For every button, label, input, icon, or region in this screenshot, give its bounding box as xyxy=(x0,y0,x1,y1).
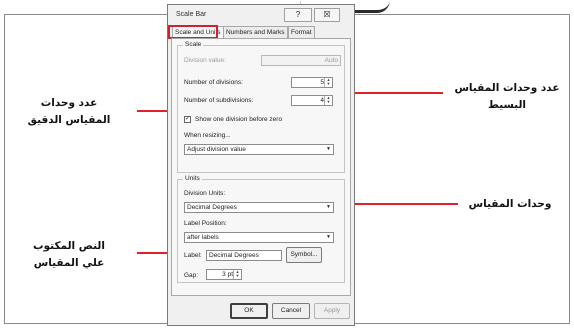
gap-label: Gap: xyxy=(184,272,199,279)
help-button[interactable]: ? xyxy=(284,8,312,22)
close-button[interactable]: ☒ xyxy=(314,8,340,22)
annotation-line: البسيط xyxy=(487,99,527,111)
tab-panel: Scale Division value: Auto Number of div… xyxy=(171,38,351,296)
num-divisions-label: Number of divisions: xyxy=(184,79,243,86)
when-resizing-value: Adjust division value xyxy=(187,146,246,153)
num-subdivisions-label: Number of subdivisions: xyxy=(184,97,254,104)
when-resizing-dropdown[interactable]: Adjust division value ▼ xyxy=(184,144,334,155)
annotation-num-divisions: عدد وحدات المقياس البسيط xyxy=(443,80,571,114)
units-group-label: Units xyxy=(183,175,202,182)
num-divisions-stepper[interactable]: 5 ▲ ▼ xyxy=(291,77,333,88)
apply-button[interactable]: Apply xyxy=(314,303,350,319)
annotation-num-subdivisions: عدد وحدات المقياس الدقيق xyxy=(14,95,124,129)
num-subdivisions-stepper[interactable]: 4 ▲ ▼ xyxy=(291,95,333,106)
dialog-title: Scale Bar xyxy=(176,11,207,18)
annotation-line: المقياس الدقيق xyxy=(27,114,111,126)
scale-group: Scale Division value: Auto Number of div… xyxy=(177,41,345,173)
division-units-value: Decimal Degrees xyxy=(187,204,237,211)
title-bar: Scale Bar ? ☒ xyxy=(168,5,354,24)
cancel-button[interactable]: Cancel xyxy=(272,303,310,319)
units-group: Units Division Units: Decimal Degrees ▼ … xyxy=(177,175,345,283)
when-resizing-label: When resizing... xyxy=(184,132,231,139)
annotation-label-text: النص المكتوب علي المقياس xyxy=(14,238,124,272)
annotation-line: النص المكتوب xyxy=(33,240,105,252)
annotation-units: وحدات المقياس xyxy=(460,196,560,213)
show-one-division-checkbox[interactable]: ✓ xyxy=(184,116,191,123)
chevron-down-icon[interactable]: ▼ xyxy=(325,204,332,211)
annotation-line: عدد وحدات xyxy=(40,97,98,109)
spin-arrows-icon[interactable]: ▲ ▼ xyxy=(233,270,241,279)
gap-stepper[interactable]: 3 pt ▲ ▼ xyxy=(206,269,242,280)
label-text-field[interactable]: Decimal Degrees xyxy=(206,250,282,261)
scale-bar-dialog: Scale Bar ? ☒ Scale and Units Numbers an… xyxy=(167,4,355,326)
annotation-line: عدد وحدات المقياس xyxy=(454,82,560,94)
chevron-down-icon[interactable]: ▼ xyxy=(325,146,332,153)
spin-arrows-icon[interactable]: ▲ ▼ xyxy=(324,78,332,87)
chevron-down-icon[interactable]: ▼ xyxy=(325,234,332,241)
spin-arrows-icon[interactable]: ▲ ▼ xyxy=(324,96,332,105)
label-position-value: after labels xyxy=(187,234,219,241)
division-units-label: Division Units: xyxy=(184,190,226,197)
division-value-label: Division value: xyxy=(184,57,226,64)
label-position-dropdown[interactable]: after labels ▼ xyxy=(184,232,334,243)
division-value-field[interactable]: Auto xyxy=(261,55,341,66)
symbol-button[interactable]: Symbol... xyxy=(286,247,322,263)
gap-value: 3 pt xyxy=(222,271,233,278)
division-units-dropdown[interactable]: Decimal Degrees ▼ xyxy=(184,202,334,213)
scale-group-label: Scale xyxy=(183,41,204,48)
annotation-line: علي المقياس xyxy=(33,257,105,269)
ok-button[interactable]: OK xyxy=(230,303,268,319)
label-label: Label: xyxy=(184,252,202,259)
label-position-label: Label Position: xyxy=(184,220,227,227)
show-one-division-label: Show one division before zero xyxy=(195,116,283,123)
annotation-line: وحدات المقياس xyxy=(468,198,552,210)
